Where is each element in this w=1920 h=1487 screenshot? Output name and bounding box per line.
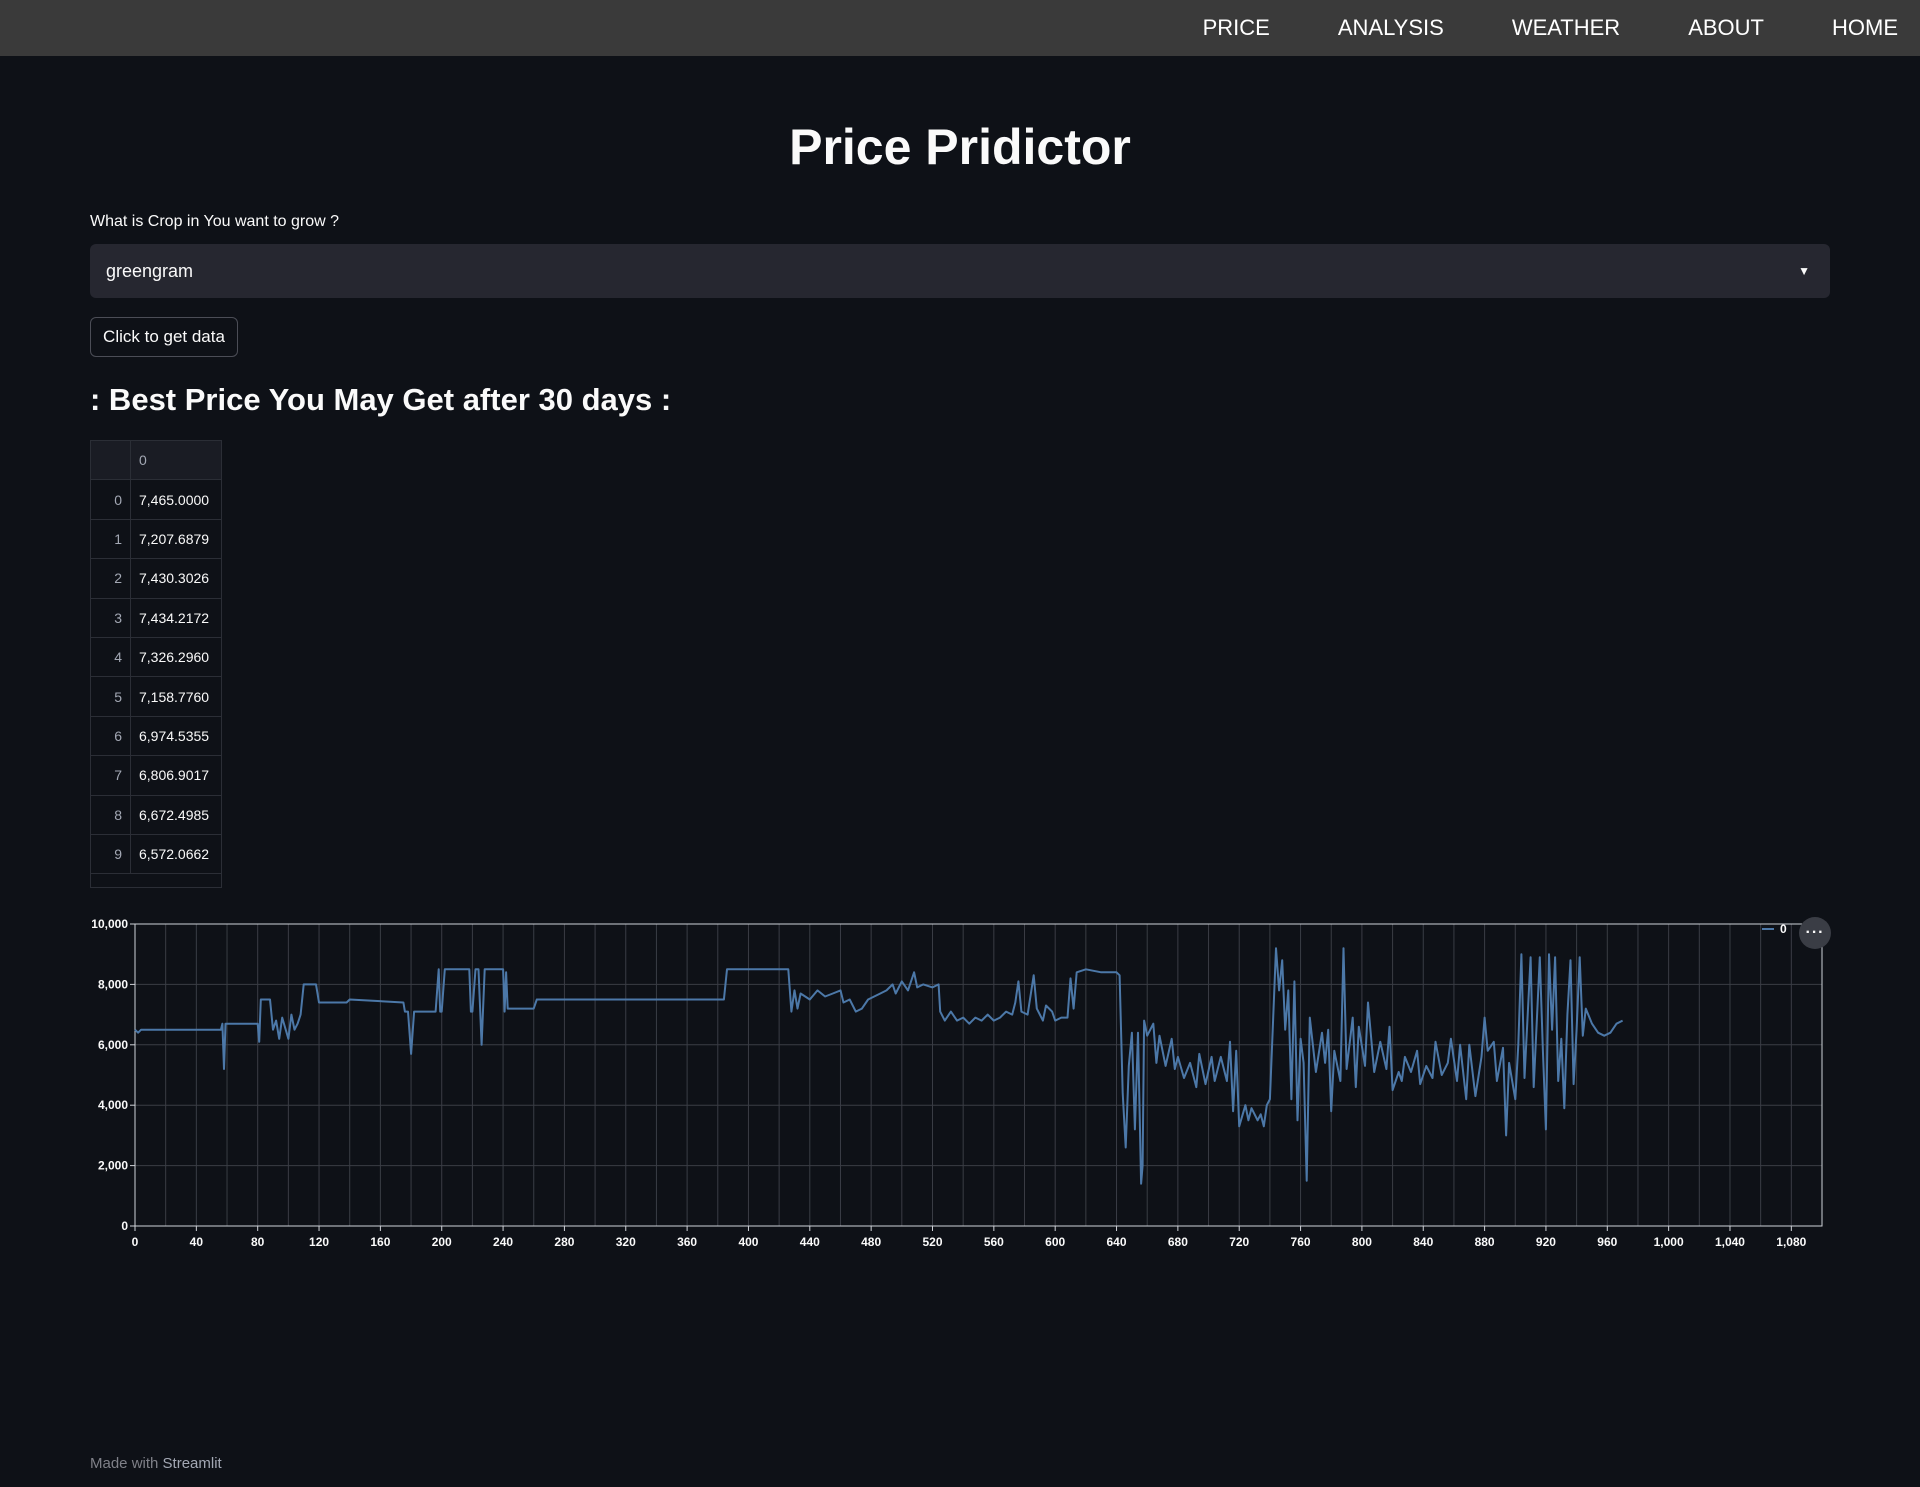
x-tick-label: 360: [677, 1235, 697, 1249]
table-row: 0 7,465.0000: [91, 480, 221, 520]
row-index: 5: [91, 677, 131, 716]
table-row: 5 7,158.7760: [91, 677, 221, 717]
y-tick-label: 8,000: [98, 977, 128, 991]
nav-analysis[interactable]: ANALYSIS: [1304, 0, 1478, 56]
x-tick-label: 1,000: [1654, 1235, 1684, 1249]
x-tick-label: 40: [190, 1235, 204, 1249]
row-index: 6: [91, 716, 131, 756]
legend-label: 0: [1780, 922, 1787, 936]
x-tick-label: 800: [1352, 1235, 1372, 1249]
nav-weather[interactable]: WEATHER: [1478, 0, 1654, 56]
row-index: 3: [91, 598, 131, 637]
x-tick-label: 640: [1107, 1235, 1127, 1249]
row-value[interactable]: 7,326.2960: [131, 638, 221, 676]
row-value[interactable]: 6,572.0662: [131, 835, 221, 873]
x-tick-label: 960: [1597, 1235, 1617, 1249]
row-value[interactable]: 6,806.9017: [131, 756, 221, 794]
chart-svg: 0 2,000 4,000 6,000 8,000 10,000 0 40 80 120 160 20…: [91, 917, 1823, 1249]
series-line: [134, 947, 1624, 1185]
x-tick-label: 520: [922, 1235, 942, 1249]
row-value[interactable]: 7,434.2172: [131, 599, 221, 637]
price-line-chart[interactable]: 0 2,000 4,000 6,000 8,000 10,000 0 40 80 120 160 20…: [80, 910, 1860, 1250]
x-tick-label: 200: [432, 1235, 452, 1249]
footer-prefix: Made with: [90, 1455, 159, 1472]
x-tick-label: 920: [1536, 1235, 1556, 1249]
table-index-header: [91, 441, 131, 480]
y-tick-label: 0: [121, 1219, 128, 1233]
y-tick-label: 6,000: [98, 1038, 128, 1052]
row-index: 7: [91, 756, 131, 795]
row-value[interactable]: 7,158.7760: [131, 677, 221, 715]
table-row: 9 6,572.0662: [91, 834, 221, 875]
table-row: 8 6,672.4985: [91, 795, 221, 835]
x-tick-label: 80: [251, 1235, 265, 1249]
footer: Made with Streamlit: [90, 1455, 222, 1472]
x-tick-label: 480: [861, 1235, 881, 1249]
table-row: 7 6,806.9017: [91, 756, 221, 796]
crop-select[interactable]: greengram ▼: [90, 244, 1830, 298]
row-index: 2: [91, 559, 131, 598]
crop-select-value: greengram: [106, 260, 194, 281]
legend-swatch: [1762, 928, 1774, 930]
nav-home[interactable]: HOME: [1798, 0, 1920, 56]
x-tick-label: 840: [1413, 1235, 1433, 1249]
chart-legend: 0: [1762, 922, 1787, 936]
row-index: 1: [91, 519, 131, 559]
table-header-row: 0: [91, 441, 221, 481]
x-tick-label: 120: [309, 1235, 329, 1249]
table-row: 4 7,326.2960: [91, 637, 221, 678]
x-tick-label: 680: [1168, 1235, 1188, 1249]
x-tick-label: 1,080: [1776, 1235, 1806, 1249]
row-value[interactable]: 6,672.4985: [131, 796, 221, 834]
table-row: 3 7,434.2172: [91, 598, 221, 638]
plot-frame: [134, 923, 1823, 1227]
x-tick-label: 720: [1229, 1235, 1249, 1249]
row-value[interactable]: 7,207.6879: [131, 520, 221, 558]
table-row: 6 6,974.5355: [91, 716, 221, 757]
crop-select-label: What is Crop in You want to grow ?: [90, 213, 340, 230]
nav-menu: PRICE ANALYSIS WEATHER ABOUT HOME: [1169, 0, 1920, 56]
x-tick-label: 600: [1045, 1235, 1065, 1249]
x-tick-label: 760: [1291, 1235, 1311, 1249]
chevron-down-icon: ▼: [1798, 264, 1810, 278]
nav-price[interactable]: PRICE: [1169, 0, 1304, 56]
x-tick-label: 240: [493, 1235, 513, 1249]
table-row: 1 7,207.6879: [91, 519, 221, 560]
x-tick-label: 0: [132, 1235, 139, 1249]
footer-brand-link[interactable]: Streamlit: [163, 1455, 222, 1472]
x-tick-label: 560: [984, 1235, 1004, 1249]
row-index: 4: [91, 637, 131, 677]
row-index: 0: [91, 480, 131, 519]
row-index: 8: [91, 795, 131, 834]
x-tick-label: 1,040: [1715, 1235, 1745, 1249]
table-row: 2 7,430.3026: [91, 559, 221, 599]
row-value[interactable]: 7,430.3026: [131, 559, 221, 597]
more-icon[interactable]: ···: [1799, 917, 1831, 949]
row-index: 9: [91, 834, 131, 874]
get-data-button[interactable]: Click to get data: [90, 317, 238, 357]
y-tick-label: 2,000: [98, 1159, 128, 1173]
result-heading: : Best Price You May Get after 30 days :: [90, 382, 672, 417]
page-title: Price Pridictor: [789, 119, 1131, 175]
x-tick-label: 160: [370, 1235, 390, 1249]
row-value[interactable]: 6,974.5355: [131, 717, 221, 755]
x-tick-label: 280: [554, 1235, 574, 1249]
x-tick-label: 400: [738, 1235, 758, 1249]
x-tick-label: 880: [1475, 1235, 1495, 1249]
y-tick-label: 10,000: [91, 917, 128, 931]
table-column-header[interactable]: 0: [131, 441, 221, 479]
x-tick-label: 320: [616, 1235, 636, 1249]
x-tick-label: 440: [800, 1235, 820, 1249]
top-navbar: PRICE ANALYSIS WEATHER ABOUT HOME: [0, 0, 1920, 56]
row-value[interactable]: 7,465.0000: [131, 480, 221, 518]
price-dataframe[interactable]: 0 0 7,465.0000 1 7,207.6879 2 7,430.3026 37…: [90, 440, 222, 888]
y-tick-label: 4,000: [98, 1098, 128, 1112]
nav-about[interactable]: ABOUT: [1654, 0, 1798, 56]
